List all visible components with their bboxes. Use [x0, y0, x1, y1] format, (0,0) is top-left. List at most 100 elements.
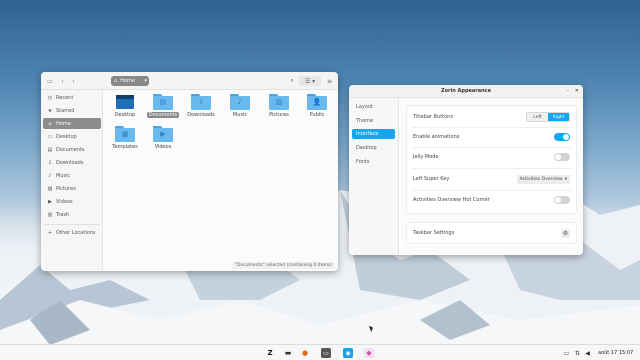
folder-icon: ▦ — [115, 126, 135, 142]
nav-item-theme[interactable]: Theme — [352, 116, 395, 126]
nav-item-fonts[interactable]: Fonts — [352, 157, 395, 167]
appearance-app-icon[interactable]: ◆ — [364, 348, 374, 358]
nav-item-desktop[interactable]: Desktop — [352, 143, 395, 153]
hot-corner-toggle[interactable] — [554, 196, 570, 204]
breadcrumb-menu-icon[interactable]: ▾ — [144, 78, 147, 84]
sidebar-item-label: Starred — [56, 107, 75, 114]
taskbar-settings-label: Taskbar Settings — [413, 230, 455, 236]
sidebar-item-label: Music — [56, 172, 71, 179]
sidebar-item-label: Pictures — [56, 185, 76, 192]
forward-button[interactable]: › — [69, 76, 78, 86]
back-button[interactable]: ‹ — [58, 76, 67, 86]
titlebar-right-option[interactable]: Right — [548, 113, 569, 121]
zorin-menu-icon[interactable]: Z — [265, 348, 275, 358]
folder-item[interactable]: ▶ Videos — [146, 126, 180, 150]
videos-icon: ▶ — [48, 198, 52, 205]
sidebar-item-starred[interactable]: ★ Starred — [43, 105, 101, 116]
sidebar-item-other-locations[interactable]: + Other Locations — [43, 227, 101, 238]
sidebar-item-documents[interactable]: ▤ Documents — [43, 144, 101, 155]
sidebar-item-label: Recent — [56, 94, 74, 101]
folder-item[interactable]: Desktop — [108, 94, 142, 118]
hot-corner-label: Activities Overview Hot Corner — [413, 197, 490, 203]
sidebar-item-label: Other Locations — [56, 229, 96, 236]
titlebar-buttons-row: Titlebar Buttons Left Right — [413, 110, 570, 124]
nav-item-layout[interactable]: Layout — [352, 102, 395, 112]
folder-item[interactable]: ♪ Music — [223, 94, 257, 118]
volume-icon[interactable]: ◀ — [584, 349, 591, 357]
desktop-icon: ▭ — [47, 133, 53, 140]
add-icon: + — [47, 229, 53, 236]
titlebar-left-option[interactable]: Left — [527, 113, 548, 121]
firefox-icon[interactable]: ● — [300, 348, 310, 358]
gear-icon[interactable]: ⚙ — [561, 228, 570, 238]
sidebar-toggle-icon[interactable]: ▭ — [46, 76, 54, 86]
zorin-appearance-window: Zorin Appearance – ✕ Layout Theme Interf… — [349, 85, 583, 255]
interface-settings-card: Titlebar Buttons Left Right Enable anima… — [407, 106, 576, 213]
super-key-dropdown[interactable]: Activities Overview ▾ — [516, 174, 570, 184]
animations-label: Enable animations — [413, 134, 460, 140]
sidebar-item-recent[interactable]: ◷ Recent — [43, 92, 101, 103]
taskbar-settings-card[interactable]: Taskbar Settings ⚙ — [407, 223, 576, 243]
breadcrumb[interactable]: ⌂ Home ▾ — [111, 76, 149, 86]
appearance-sidebar: Layout Theme Interface Desktop Fonts — [349, 98, 399, 255]
super-key-row: Left Super Key Activities Overview ▾ — [413, 172, 570, 186]
sidebar-item-music[interactable]: ♪ Music — [43, 170, 101, 181]
sidebar-item-label: Home — [56, 120, 71, 127]
network-icon[interactable]: ⇅ — [574, 349, 581, 357]
sidebar-divider — [45, 224, 99, 225]
sidebar-item-downloads[interactable]: ⇩ Downloads — [43, 157, 101, 168]
sidebar-item-desktop[interactable]: ▭ Desktop — [43, 131, 101, 142]
folder-label: Desktop — [114, 112, 136, 118]
view-toggle-button[interactable]: ☰ ▾ — [299, 76, 321, 86]
row-divider — [411, 147, 572, 148]
selection-status: "Documents" selected (containing 0 items… — [231, 262, 335, 269]
close-icon[interactable]: ✕ — [575, 85, 579, 98]
folder-icon: ⇩ — [191, 94, 211, 110]
folder-item[interactable]: ▦ Templates — [108, 126, 142, 150]
minimize-icon[interactable]: – — [567, 85, 570, 98]
row-divider — [411, 127, 572, 128]
sidebar-item-trash[interactable]: ▥ Trash — [43, 209, 101, 220]
file-manager-headerbar: ▭ ‹ › ⌂ Home ▾ ⌕ ☰ ▾ ≡ – ▢ ✕ — [41, 72, 338, 90]
sidebar-item-label: Downloads — [56, 159, 84, 166]
nav-item-interface[interactable]: Interface — [352, 129, 395, 139]
super-key-value: Activities Overview — [519, 176, 563, 182]
jelly-mode-row: Jelly Mode — [413, 150, 570, 164]
row-divider — [411, 168, 572, 169]
music-icon: ♪ — [48, 172, 52, 179]
sidebar-item-label: Desktop — [56, 133, 77, 140]
super-key-label: Left Super Key — [413, 176, 450, 182]
file-manager-window: ▭ ‹ › ⌂ Home ▾ ⌕ ☰ ▾ ≡ – ▢ ✕ ◷Recent ★St… — [41, 72, 338, 271]
breadcrumb-label: Home — [120, 78, 135, 84]
file-manager-sidebar: ◷ Recent ★ Starred ⌂ Home ▭ Desktop ▤ Documen… — [41, 90, 103, 271]
jelly-mode-label: Jelly Mode — [413, 154, 439, 160]
folder-item[interactable]: 👤 Public — [300, 94, 334, 118]
files-icon[interactable]: ▭ — [321, 348, 331, 358]
appearance-headerbar: Zorin Appearance – ✕ — [349, 85, 583, 98]
sidebar-item-label: Videos — [56, 198, 73, 205]
screen-icon[interactable]: ▭ — [563, 349, 570, 357]
sidebar-item-home[interactable]: ⌂ Home — [43, 118, 101, 129]
search-icon[interactable]: ⌕ — [287, 76, 297, 86]
animations-toggle[interactable] — [554, 133, 570, 141]
sidebar-item-pictures[interactable]: ▨ Pictures — [43, 183, 101, 194]
star-icon: ★ — [47, 107, 53, 114]
titlebar-buttons-label: Titlebar Buttons — [413, 114, 453, 120]
clock[interactable]: août 17 15:07 — [598, 348, 633, 358]
folder-label: Templates — [112, 144, 138, 150]
sidebar-item-label: Documents — [56, 146, 85, 153]
sidebar-item-videos[interactable]: ▶ Videos — [43, 196, 101, 207]
folder-item[interactable]: ⇩ Downloads — [184, 94, 218, 118]
taskbar: Z ▬ ● ▭ ◉ ◆ ▭ ⇅ ◀ août 17 15:07 — [0, 344, 640, 360]
window-title: Zorin Appearance — [440, 88, 492, 94]
folder-icon: 👤 — [307, 94, 327, 110]
software-store-icon[interactable]: ◉ — [343, 348, 353, 358]
folder-label: Videos — [154, 144, 172, 150]
workspace-icon[interactable]: ▬ — [283, 348, 293, 358]
menu-icon[interactable]: ≡ — [325, 76, 334, 86]
folder-icon: ▤ — [153, 94, 173, 110]
jelly-mode-toggle[interactable] — [554, 153, 570, 161]
folder-item[interactable]: ▨ Pictures — [262, 94, 296, 118]
folder-icon: ♪ — [230, 94, 250, 110]
folder-item[interactable]: ▤ Documents — [146, 94, 180, 118]
